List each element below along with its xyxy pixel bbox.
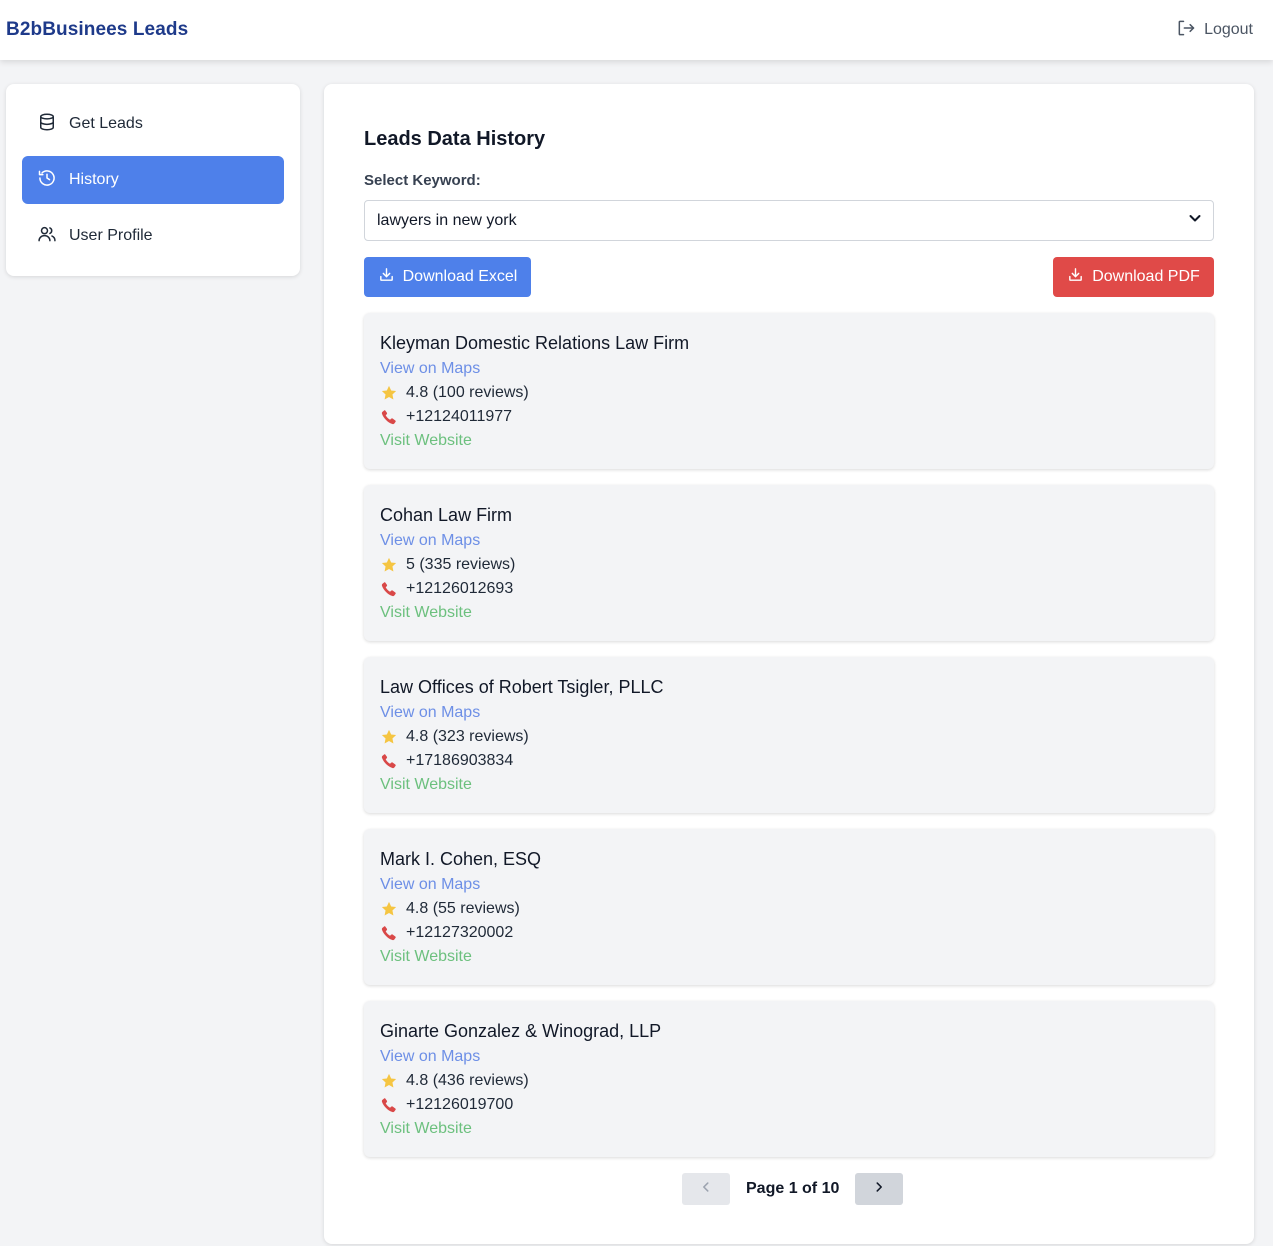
view-on-maps-link[interactable]: View on Maps [380, 529, 480, 553]
lead-rating: 5 (335 reviews) [406, 556, 516, 573]
visit-website-link[interactable]: Visit Website [380, 773, 472, 797]
sidebar-item-history[interactable]: History [22, 156, 284, 204]
lead-rating: 4.8 (436 reviews) [406, 1072, 529, 1089]
lead-card: Kleyman Domestic Relations Law Firm View… [364, 313, 1214, 469]
keyword-label: Select Keyword: [364, 172, 481, 189]
lead-name: Law Offices of Robert Tsigler, PLLC [380, 677, 664, 697]
logout-icon [1176, 18, 1196, 43]
page-title: Leads Data History [364, 128, 546, 150]
history-icon [37, 168, 57, 193]
star-icon [380, 900, 398, 918]
visit-website-link[interactable]: Visit Website [380, 945, 472, 969]
keyword-select-value: lawyers in new york [377, 211, 517, 229]
lead-phone[interactable]: +12127320002 [406, 921, 513, 945]
download-icon [378, 266, 395, 288]
lead-name: Kleyman Domestic Relations Law Firm [380, 333, 690, 353]
view-on-maps-link[interactable]: View on Maps [380, 1045, 480, 1069]
previous-page-button[interactable] [682, 1173, 730, 1205]
lead-phone[interactable]: +12126019700 [406, 1093, 513, 1117]
database-icon [37, 112, 57, 137]
lead-card: Mark I. Cohen, ESQ View on Maps 4.8 (55 … [364, 829, 1214, 985]
lead-name: Mark I. Cohen, ESQ [380, 849, 542, 869]
sidebar-item-user-profile[interactable]: User Profile [22, 212, 284, 260]
phone-icon [380, 924, 398, 942]
keyword-select[interactable]: lawyers in new york [364, 200, 1214, 241]
leads-list: Kleyman Domestic Relations Law Firm View… [364, 313, 1214, 1173]
sidebar-item-label: Get Leads [69, 115, 143, 132]
chevron-left-icon [699, 1180, 713, 1199]
visit-website-link[interactable]: Visit Website [380, 601, 472, 625]
download-pdf-button[interactable]: Download PDF [1053, 257, 1214, 297]
download-pdf-label: Download PDF [1092, 268, 1200, 285]
chevron-right-icon [872, 1180, 886, 1199]
download-icon [1067, 266, 1084, 288]
next-page-button[interactable] [855, 1173, 904, 1205]
view-on-maps-link[interactable]: View on Maps [380, 357, 480, 381]
sidebar: Get Leads History User Profile [6, 84, 300, 276]
phone-icon [380, 1096, 398, 1114]
download-excel-label: Download Excel [402, 268, 518, 285]
logout-button[interactable]: Logout [1176, 18, 1253, 43]
logout-label: Logout [1204, 21, 1253, 38]
lead-card: Ginarte Gonzalez & Winograd, LLP View on… [364, 1001, 1214, 1157]
lead-card: Cohan Law Firm View on Maps 5 (335 revie… [364, 485, 1214, 641]
brand-title[interactable]: B2bBusinees Leads [6, 19, 188, 41]
phone-icon [380, 580, 398, 598]
phone-icon [380, 752, 398, 770]
star-icon [380, 1072, 398, 1090]
page-indicator: Page 1 of 10 [746, 1180, 840, 1197]
view-on-maps-link[interactable]: View on Maps [380, 701, 480, 725]
lead-name: Ginarte Gonzalez & Winograd, LLP [380, 1021, 662, 1041]
users-icon [37, 224, 57, 249]
sidebar-item-get-leads[interactable]: Get Leads [22, 100, 284, 148]
lead-phone[interactable]: +12126012693 [406, 577, 513, 601]
top-bar: B2bBusinees Leads Logout [0, 0, 1273, 60]
visit-website-link[interactable]: Visit Website [380, 429, 472, 453]
lead-rating: 4.8 (100 reviews) [406, 384, 529, 401]
lead-rating: 4.8 (323 reviews) [406, 728, 529, 745]
chevron-down-icon [1187, 210, 1203, 231]
star-icon [380, 384, 398, 402]
main-panel: Leads Data History Select Keyword: lawye… [324, 84, 1254, 1244]
visit-website-link[interactable]: Visit Website [380, 1117, 472, 1141]
pagination: Page 1 of 10 [682, 1173, 904, 1205]
lead-rating: 4.8 (55 reviews) [406, 900, 520, 917]
phone-icon [380, 408, 398, 426]
sidebar-item-label: History [69, 171, 119, 188]
lead-card: Law Offices of Robert Tsigler, PLLC View… [364, 657, 1214, 813]
lead-phone[interactable]: +12124011977 [406, 405, 512, 429]
star-icon [380, 728, 398, 746]
lead-name: Cohan Law Firm [380, 505, 513, 525]
sidebar-item-label: User Profile [69, 227, 153, 244]
lead-phone[interactable]: +17186903834 [406, 749, 513, 773]
download-excel-button[interactable]: Download Excel [364, 257, 531, 297]
view-on-maps-link[interactable]: View on Maps [380, 873, 480, 897]
star-icon [380, 556, 398, 574]
